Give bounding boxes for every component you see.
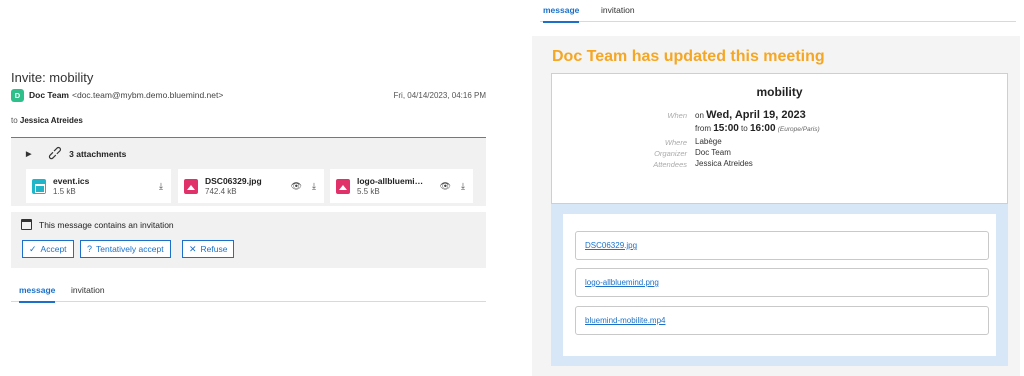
- tab-message[interactable]: message: [543, 5, 580, 23]
- end-time: 16:00: [749, 123, 776, 134]
- attendees-label: Attendees: [653, 160, 687, 169]
- attachments-count: 3 attachments: [69, 148, 127, 159]
- where-value: Labège: [695, 137, 722, 146]
- recipient-row: to Jessica Atreides: [11, 116, 83, 125]
- meeting-title: mobility: [756, 85, 803, 99]
- download-icon[interactable]: ⤓: [312, 181, 316, 192]
- attachment-card[interactable]: event.ics 1.5 kB ⤓: [26, 169, 171, 203]
- refuse-button[interactable]: ✕ Refuse: [182, 240, 235, 258]
- update-title: Doc Team has updated this meeting: [552, 48, 825, 65]
- when-label: When: [667, 111, 687, 120]
- time-range: from 15:00 to 16:00 (Europe/Paris): [695, 123, 820, 134]
- sender-avatar: D: [11, 88, 24, 102]
- accept-label: Accept: [40, 244, 67, 254]
- question-icon: ?: [87, 244, 93, 254]
- attachments-section: ▶ ⊂⊃ 3 attachments event.ics 1.5 kB ⤓ DS…: [11, 137, 486, 206]
- attachments-header[interactable]: ▶ ⊂⊃ 3 attachments: [26, 144, 127, 164]
- recipient-name[interactable]: Jessica Atreides: [20, 116, 83, 125]
- close-icon: ✕: [189, 243, 197, 254]
- sender-row: D Doc Team <doc.team@mybm.demo.bluemind.…: [11, 87, 486, 103]
- to-word: to: [741, 124, 748, 133]
- attachments-links-list: DSC06329.jpg logo-allbluemind.png bluemi…: [563, 214, 996, 356]
- to-prefix: to: [11, 116, 18, 125]
- attendees-value: Jessica Atreides: [695, 159, 753, 168]
- image-file-icon: [184, 178, 198, 194]
- calendar-icon: [21, 219, 32, 230]
- paperclip-icon: ⊂⊃: [45, 143, 66, 164]
- sender-email[interactable]: <doc.team@mybm.demo.bluemind.net>: [72, 90, 223, 100]
- download-icon[interactable]: ⤓: [159, 181, 163, 192]
- image-file-icon: [336, 178, 350, 194]
- invitation-text: This message contains an invitation: [39, 219, 174, 230]
- when-on: on: [695, 111, 704, 120]
- preview-eye-icon[interactable]: 👁: [291, 181, 302, 192]
- attachment-size: 742.4 kB: [205, 187, 237, 196]
- check-icon: ✓: [29, 243, 37, 254]
- timezone: (Europe/Paris): [777, 126, 820, 133]
- accept-button[interactable]: ✓ Accept: [22, 240, 74, 258]
- tentatively-accept-button[interactable]: ? Tentatively accept: [80, 240, 171, 258]
- invitation-message: This message contains an invitation: [21, 219, 174, 230]
- attachment-card[interactable]: DSC06329.jpg 742.4 kB 👁 ⤓: [178, 169, 324, 203]
- attachment-link[interactable]: bluemind-mobilite.mp4: [585, 316, 665, 325]
- link-item: bluemind-mobilite.mp4: [575, 306, 989, 335]
- calendar-file-icon: [32, 178, 46, 194]
- tab-message[interactable]: message: [19, 285, 56, 303]
- sender-name[interactable]: Doc Team: [29, 90, 69, 100]
- when-value: on Wed, April 19, 2023: [695, 109, 806, 121]
- attachment-card[interactable]: logo-allbluemi… 5.5 kB 👁 ⤓: [330, 169, 473, 203]
- meeting-date: Wed, April 19, 2023: [706, 109, 806, 121]
- email-preview-panel: Invite: mobility D Doc Team <doc.team@my…: [0, 0, 500, 376]
- email-subject: Invite: mobility: [11, 70, 94, 85]
- meeting-card: mobility When on Wed, April 19, 2023 fro…: [551, 73, 1008, 204]
- refuse-label: Refuse: [200, 244, 228, 254]
- start-time: 15:00: [713, 123, 739, 134]
- link-item: logo-allbluemind.png: [575, 268, 989, 297]
- organizer-value: Doc Team: [695, 148, 731, 157]
- download-icon[interactable]: ⤓: [461, 181, 465, 192]
- organizer-label: Organizer: [654, 149, 687, 158]
- tab-invitation[interactable]: invitation: [601, 5, 635, 21]
- attachment-name: DSC06329.jpg: [205, 176, 262, 186]
- from-word: from: [695, 124, 711, 133]
- attachment-size: 5.5 kB: [357, 187, 380, 196]
- attachment-link[interactable]: logo-allbluemind.png: [585, 278, 659, 287]
- expand-caret-icon[interactable]: ▶: [26, 150, 31, 158]
- content-tabs: message invitation: [11, 282, 486, 303]
- attachment-size: 1.5 kB: [53, 187, 76, 196]
- attachment-name: logo-allbluemi…: [357, 176, 424, 186]
- preview-eye-icon[interactable]: 👁: [440, 181, 451, 192]
- content-tabs: message invitation: [540, 0, 1016, 23]
- attachment-link[interactable]: DSC06329.jpg: [585, 241, 637, 250]
- attachment-name: event.ics: [53, 176, 90, 186]
- invitation-view-panel: message invitation Doc Team has updated …: [532, 0, 1024, 376]
- email-date: Fri, 04/14/2023, 04:16 PM: [393, 90, 487, 100]
- invitation-banner: This message contains an invitation ✓ Ac…: [11, 212, 486, 268]
- attachments-links-section: DSC06329.jpg logo-allbluemind.png bluemi…: [551, 204, 1008, 366]
- tentative-label: Tentatively accept: [96, 244, 164, 254]
- link-item: DSC06329.jpg: [575, 231, 989, 260]
- where-label: Where: [664, 138, 687, 147]
- tab-invitation[interactable]: invitation: [71, 285, 105, 301]
